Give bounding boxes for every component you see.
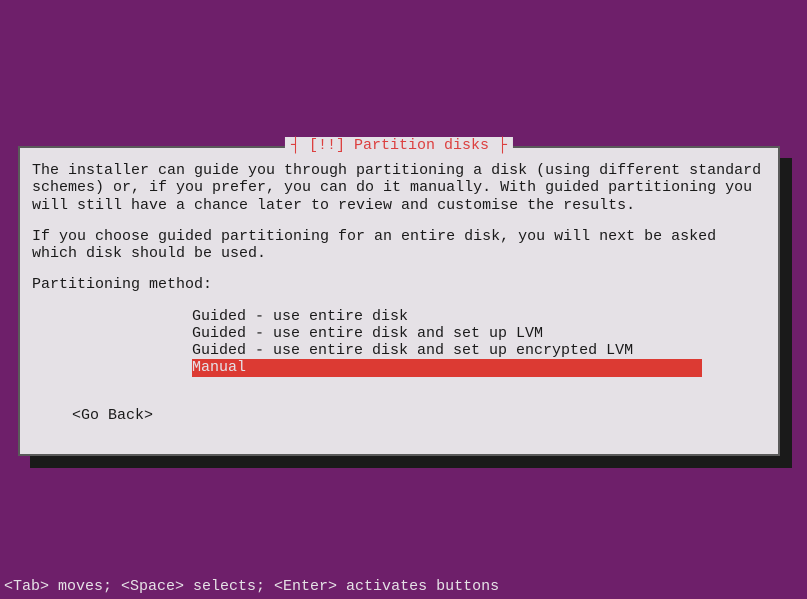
- title-text: Partition disks: [345, 137, 489, 154]
- keyboard-hint: <Tab> moves; <Space> selects; <Enter> ac…: [4, 578, 499, 595]
- option-guided-lvm[interactable]: Guided - use entire disk and set up LVM: [192, 325, 766, 342]
- title-deco-right: ├: [489, 137, 507, 154]
- go-back-button[interactable]: <Go Back>: [72, 407, 766, 424]
- dialog-content: The installer can guide you through part…: [20, 148, 778, 438]
- title-deco-left: ┤: [291, 137, 309, 154]
- intro-paragraph-1: The installer can guide you through part…: [32, 162, 766, 214]
- dialog-title: ┤ [!!] Partition disks ├: [285, 137, 513, 154]
- partition-dialog: ┤ [!!] Partition disks ├ The installer c…: [18, 146, 780, 456]
- intro-paragraph-2: If you choose guided partitioning for an…: [32, 228, 766, 263]
- option-manual[interactable]: Manual: [192, 359, 702, 376]
- option-guided-entire-disk[interactable]: Guided - use entire disk: [192, 308, 766, 325]
- title-priority: [!!]: [309, 137, 345, 154]
- partition-options-list: Guided - use entire disk Guided - use en…: [192, 308, 766, 377]
- option-guided-encrypted-lvm[interactable]: Guided - use entire disk and set up encr…: [192, 342, 766, 359]
- prompt-label: Partitioning method:: [32, 276, 766, 293]
